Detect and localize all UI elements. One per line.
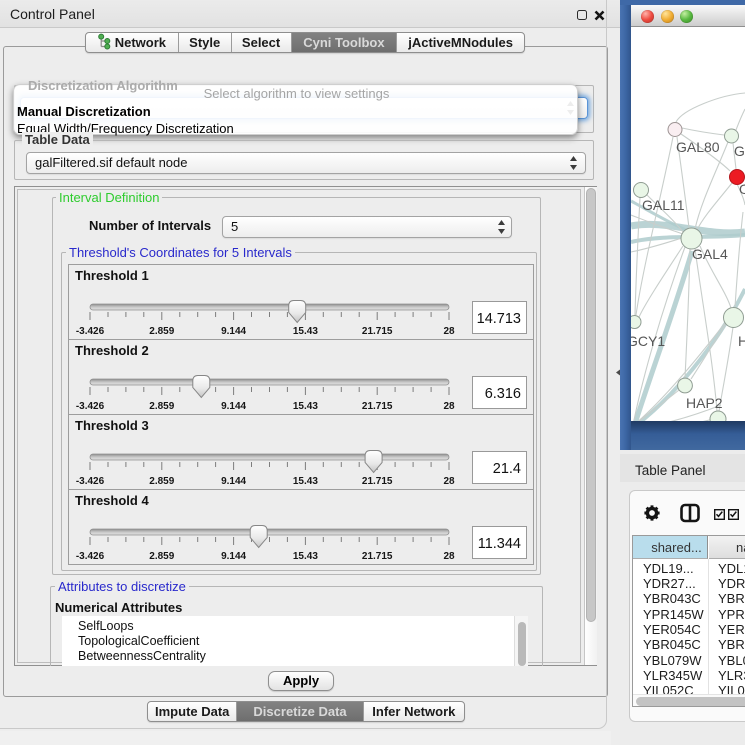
- svg-text:GAL4: GAL4: [692, 246, 728, 262]
- svg-text:GA: GA: [734, 143, 745, 159]
- svg-text:HAP2: HAP2: [686, 395, 723, 411]
- svg-text:GCY1: GCY1: [631, 333, 665, 349]
- svg-text:O: O: [739, 181, 745, 197]
- svg-text:GAL11: GAL11: [642, 197, 685, 213]
- svg-text:H: H: [738, 333, 745, 349]
- svg-text:GAL80: GAL80: [676, 139, 720, 155]
